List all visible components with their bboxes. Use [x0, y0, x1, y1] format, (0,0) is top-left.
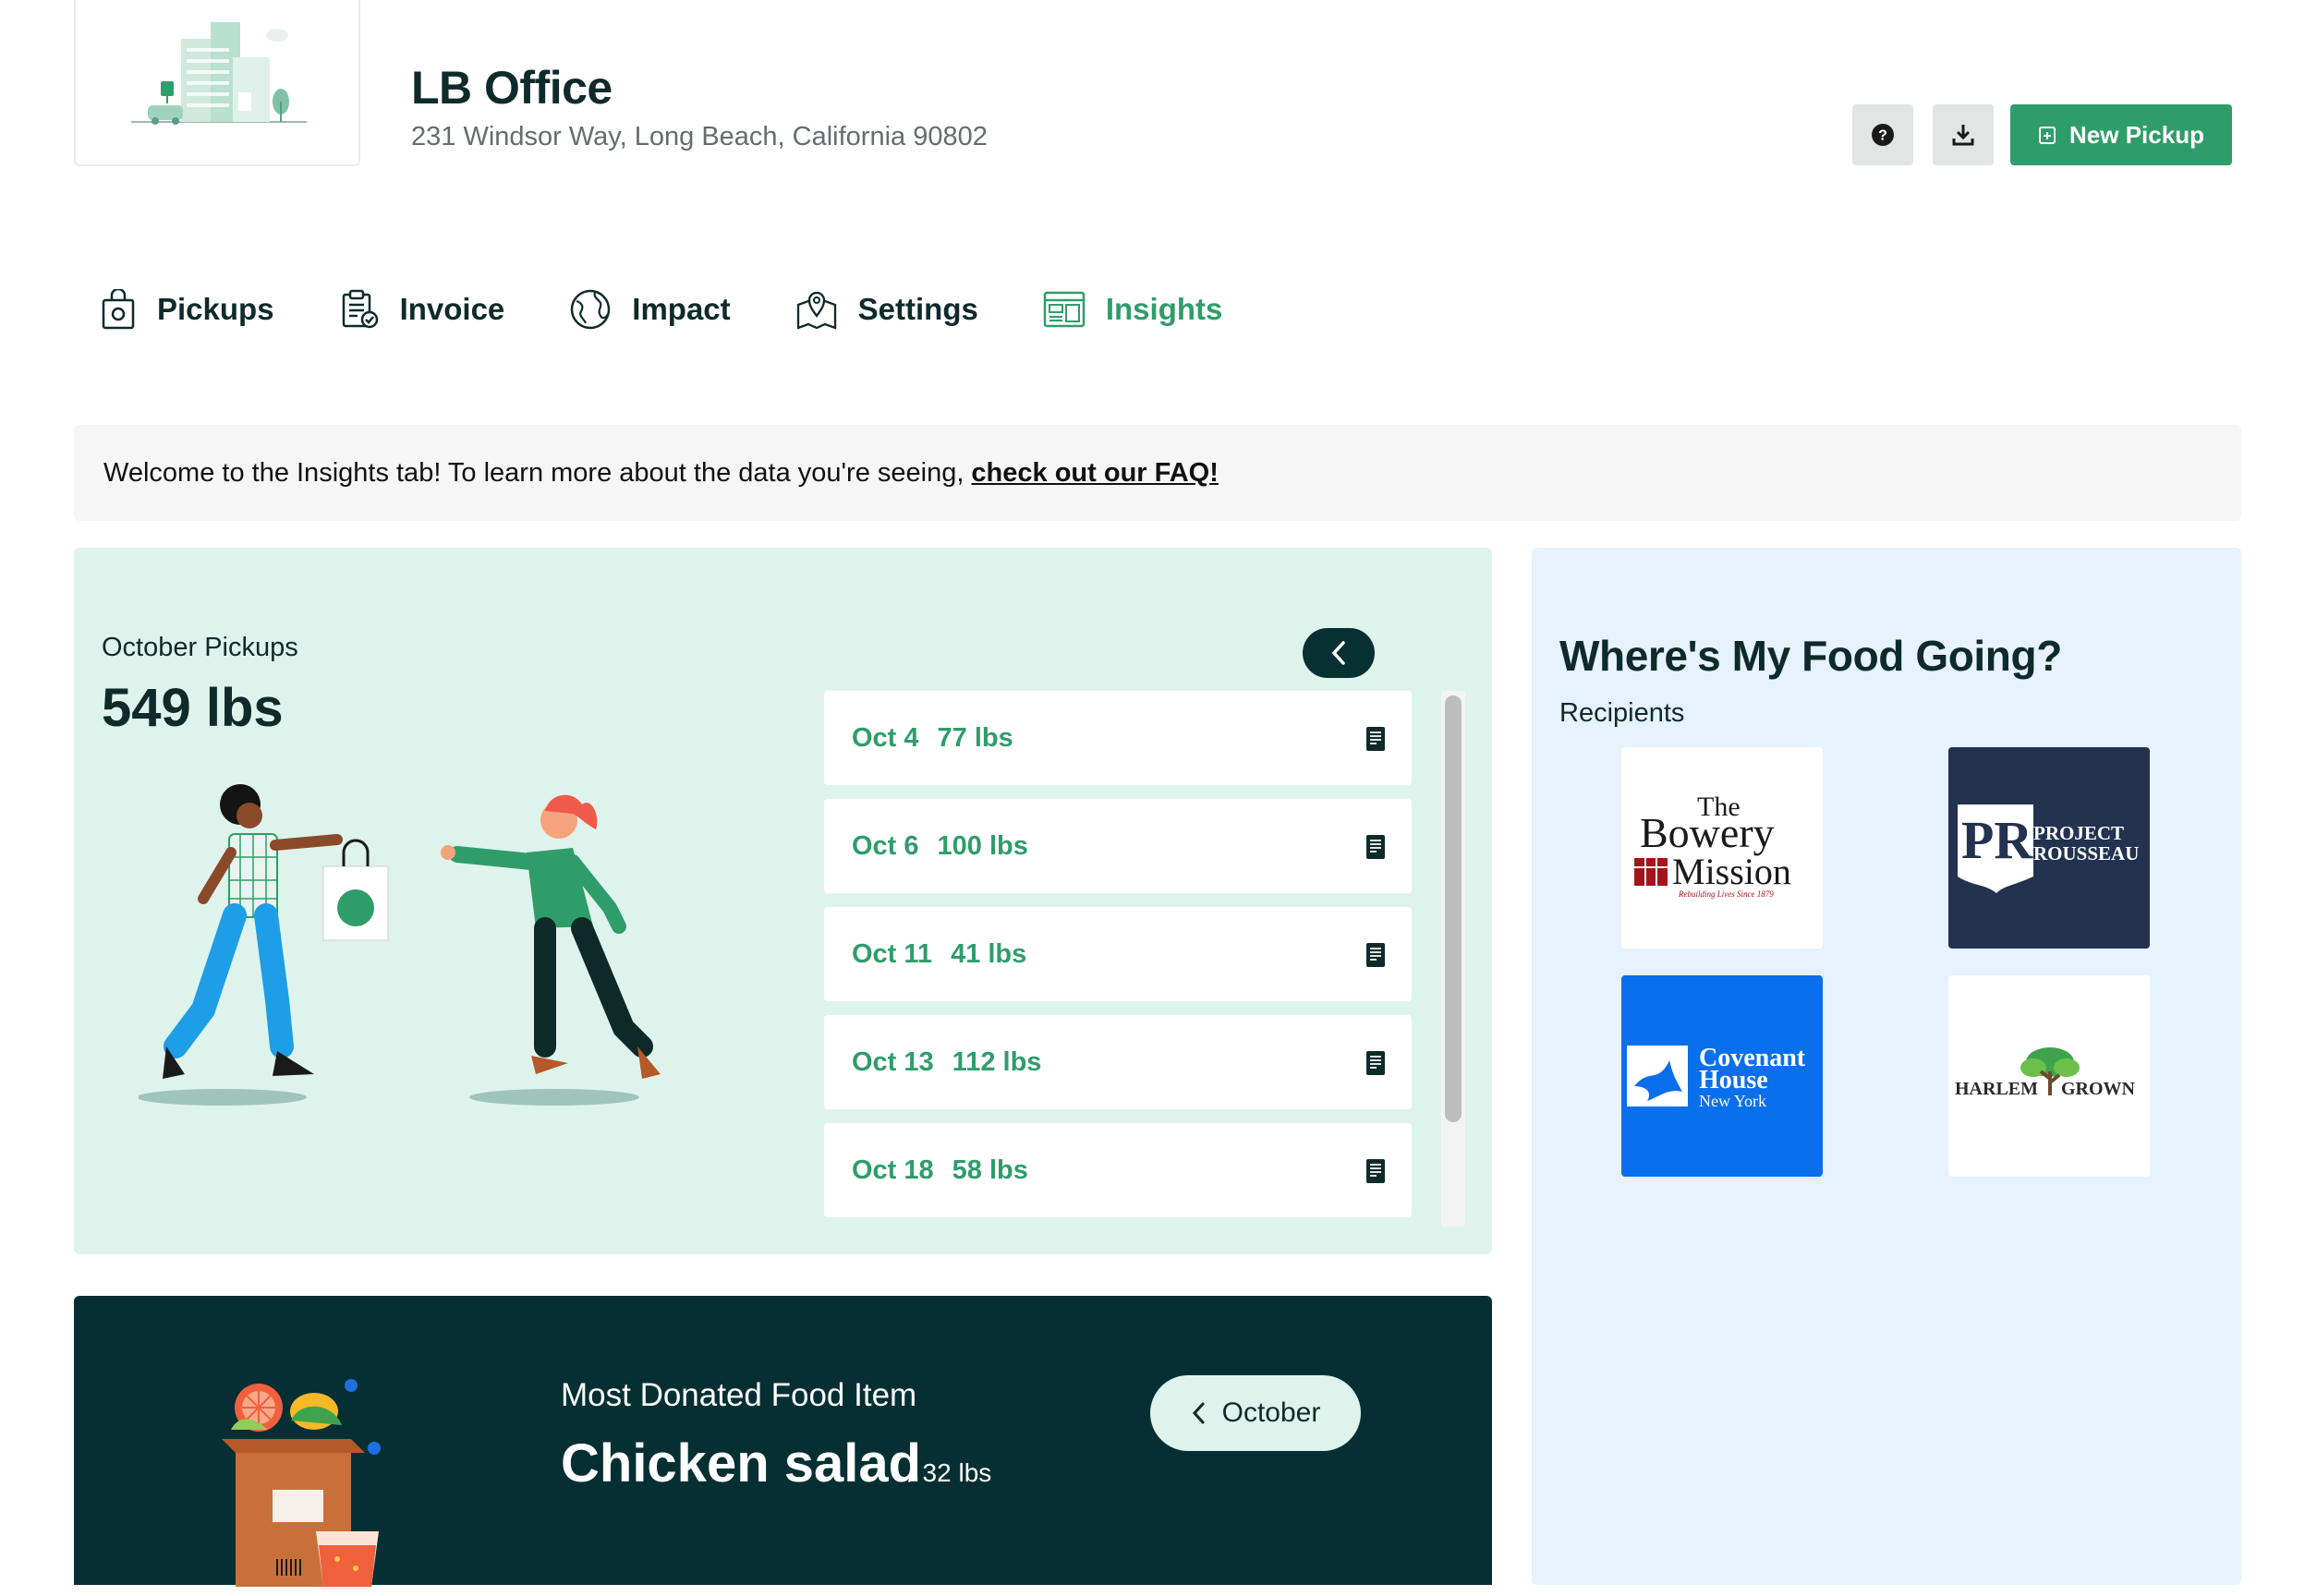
bowery-tagline: Rebuilding Lives Since 1879 [1678, 889, 1774, 899]
office-building-illustration [131, 22, 307, 125]
chevron-left-icon [1331, 641, 1345, 665]
recipient-bowery-mission[interactable]: The Bowery Mission Rebuilding Lives Sinc… [1621, 747, 1823, 949]
tab-impact[interactable]: Impact [569, 288, 731, 331]
map-pin-icon [796, 291, 836, 330]
most-donated-label: Most Donated Food Item [561, 1377, 917, 1413]
svg-text:?: ? [1878, 128, 1887, 144]
tab-settings[interactable]: Settings [795, 288, 978, 331]
tab-pickups-label: Pickups [157, 292, 274, 326]
banner-text: Welcome to the Insights tab! To learn mo… [103, 457, 964, 488]
food-destination-panel: Where's My Food Going? Recipients The Bo… [1532, 548, 2241, 1585]
rousseau-line1: PROJECT [2033, 822, 2124, 844]
pickup-list: Oct 4 77 lbs Oct 6 100 lbs Oct 11 41 lbs [824, 691, 1412, 1227]
receipt-icon[interactable] [1365, 834, 1386, 860]
help-button[interactable]: ? [1852, 104, 1913, 165]
chevron-left-icon [1192, 1402, 1205, 1424]
pickup-date: Oct 18 [852, 1155, 934, 1185]
pickup-date: Oct 4 [852, 722, 919, 753]
tab-pickups[interactable]: Pickups [100, 289, 274, 330]
pickup-date: Oct 6 [852, 830, 919, 861]
bowery-line2: Bowery [1640, 809, 1775, 856]
food-destination-title: Where's My Food Going? [1559, 632, 2062, 680]
harlem-grown-logo: HARLEM GROWN [1955, 1047, 2136, 1099]
pickup-item[interactable]: Oct 18 58 lbs [824, 1123, 1412, 1217]
pickups-total-weight: 549 lbs [102, 678, 284, 738]
most-donated-item: Chicken salad [561, 1433, 922, 1493]
globe-icon [571, 289, 611, 330]
most-donated-weight: / 32 lbs [908, 1458, 992, 1487]
tab-insights[interactable]: Insights [1043, 291, 1223, 328]
pickup-weight: 112 lbs [952, 1046, 1042, 1077]
pickup-date: Oct 11 [852, 938, 933, 969]
receipt-icon[interactable] [1365, 942, 1386, 968]
new-pickup-button[interactable]: New Pickup [2010, 104, 2232, 165]
main-tabs: Pickups Invoice Impact Settings Insights [100, 288, 1287, 331]
rousseau-monogram: PR [1961, 810, 2033, 870]
monthly-pickups-panel: October Pickups 549 lbs Oct 4 77 lbs Oct… [74, 548, 1492, 1254]
receipt-icon[interactable] [1365, 1158, 1386, 1184]
tab-invoice[interactable]: Invoice [339, 289, 505, 330]
pickup-list-scroll-thumb[interactable] [1445, 695, 1462, 1122]
download-icon [1952, 125, 1974, 146]
pickup-item[interactable]: Oct 6 100 lbs [824, 799, 1412, 893]
receipt-icon[interactable] [1365, 726, 1386, 752]
month-selector-label: October [1221, 1397, 1321, 1428]
pickup-weight: 100 lbs [937, 830, 1028, 861]
bowery-mission-logo: The Bowery Mission Rebuilding Lives Sinc… [1634, 792, 1791, 899]
recipient-project-rousseau[interactable]: PR PROJECT ROUSSEAU [1948, 747, 2150, 949]
receipt-icon[interactable] [1365, 1050, 1386, 1076]
tab-impact-label: Impact [632, 292, 731, 326]
recipient-covenant-house[interactable]: Covenant House New York [1621, 975, 1823, 1177]
bag-icon [102, 289, 135, 330]
covenant-house-logo: Covenant House New York [1627, 1044, 1806, 1110]
download-button[interactable] [1933, 104, 1994, 165]
insights-welcome-banner: Welcome to the Insights tab! To learn mo… [74, 425, 2241, 521]
pickup-weight: 41 lbs [951, 938, 1027, 969]
tab-insights-label: Insights [1105, 292, 1223, 326]
new-pickup-label: New Pickup [2069, 120, 2204, 149]
pickup-item[interactable]: Oct 4 77 lbs [824, 691, 1412, 785]
covenant-line3: New York [1699, 1092, 1766, 1110]
pickup-item[interactable]: Oct 13 112 lbs [824, 1015, 1412, 1109]
faq-link[interactable]: check out our FAQ! [971, 458, 1218, 489]
harlem-line2: GROWN [2061, 1079, 2136, 1099]
previous-month-button[interactable] [1303, 628, 1375, 678]
project-rousseau-logo: PR PROJECT ROUSSEAU [1958, 804, 2139, 893]
pickup-date: Oct 13 [852, 1046, 934, 1077]
location-address: 231 Windsor Way, Long Beach, California … [411, 122, 988, 151]
pickup-weight: 58 lbs [952, 1155, 1028, 1185]
page-title: LB Office [411, 62, 613, 114]
tab-settings-label: Settings [857, 292, 978, 326]
dashboard-icon [1043, 291, 1086, 328]
pickup-item[interactable]: Oct 11 41 lbs [824, 907, 1412, 1001]
harlem-line1: HARLEM [1955, 1079, 2038, 1099]
bowery-line3: Mission [1672, 851, 1791, 892]
pickup-weight: 77 lbs [937, 722, 1013, 753]
rousseau-line2: ROUSSEAU [2033, 842, 2139, 864]
tab-invoice-label: Invoice [399, 292, 505, 326]
people-handing-bag-illustration [139, 784, 661, 1106]
pickups-month-label: October Pickups [102, 633, 298, 662]
month-selector-button[interactable]: October [1150, 1375, 1361, 1451]
recipient-harlem-grown[interactable]: HARLEM GROWN [1948, 975, 2150, 1177]
location-illustration [74, 0, 360, 166]
question-circle-icon: ? [1872, 124, 1894, 146]
calendar-plus-icon [2039, 127, 2056, 144]
food-box-illustration [222, 1379, 381, 1587]
most-donated-panel: Most Donated Food Item Chicken salad / 3… [74, 1296, 1492, 1587]
clipboard-icon [342, 289, 378, 329]
recipients-label: Recipients [1559, 698, 1685, 728]
covenant-line2: House [1699, 1066, 1768, 1094]
